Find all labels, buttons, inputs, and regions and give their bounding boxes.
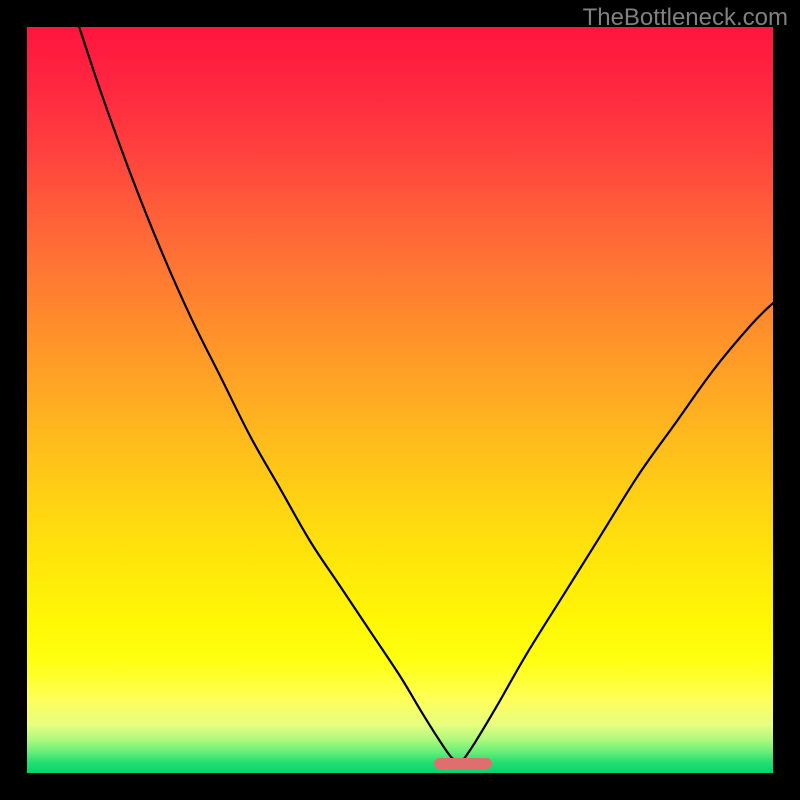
plot-area [27, 27, 773, 773]
curve-path [79, 27, 773, 763]
optimal-range-marker [434, 758, 492, 769]
chart-frame: TheBottleneck.com [0, 0, 800, 800]
bottleneck-curve [27, 27, 773, 773]
